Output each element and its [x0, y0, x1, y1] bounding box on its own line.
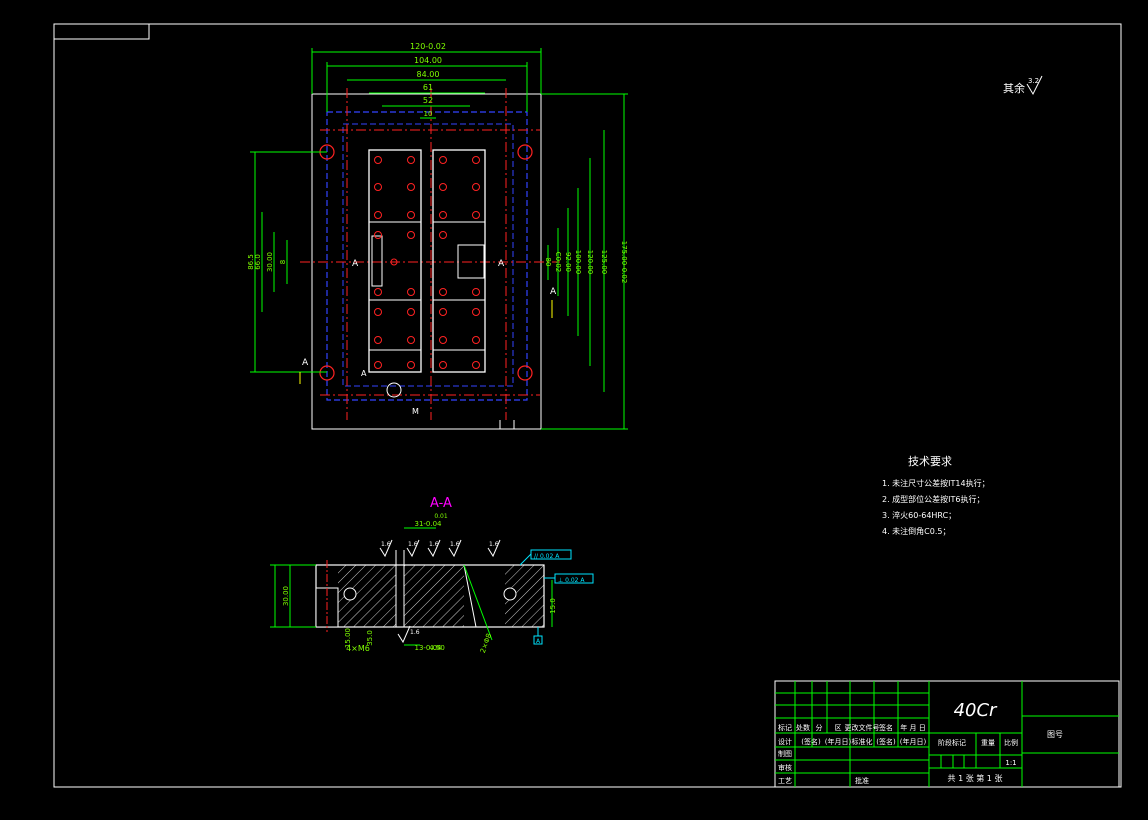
tb-drafting: 制图 — [778, 749, 792, 758]
dim-top-2: 104.00 — [414, 56, 442, 65]
roughness-val: 1.6 — [381, 541, 391, 548]
dim-left-2: 30.00 — [266, 252, 274, 272]
code-box — [54, 24, 150, 40]
drawing-no: 图号 — [1047, 730, 1063, 739]
tb-header: 年 月 日 — [900, 723, 925, 732]
dim-sec-pin: 2×Φ8 — [479, 632, 493, 654]
roughness-val: 1.6 — [489, 541, 499, 548]
title-block — [774, 680, 1120, 788]
tb-design: (签名) — [876, 737, 896, 746]
angle-line — [463, 564, 493, 641]
hidden-outline — [326, 111, 528, 401]
roughness-val: 1.6 — [450, 541, 460, 548]
roughness-value: 3.2 — [1028, 77, 1039, 85]
tech-title: 技术要求 — [908, 455, 952, 468]
section-mark: A — [361, 369, 367, 378]
tech-item: 4. 未注倒角C0.5； — [882, 526, 950, 536]
tb-header: 更改文件号 — [845, 723, 880, 732]
pin-hole — [503, 587, 517, 601]
section-view: A-A 31-0.04 0.01 13-0.04 30.00 15.00 4×M… — [270, 496, 594, 654]
bottom-mark: M — [412, 407, 419, 416]
tech-item: 2. 成型部位公差按IT6执行； — [882, 494, 985, 504]
tech-item: 3. 淬火60-64HRC； — [882, 510, 956, 520]
dim-top-3: 84.00 — [417, 70, 440, 79]
tb-header: 区 — [835, 724, 842, 732]
tb-design: 设计 — [778, 737, 792, 746]
section-mark: A — [352, 259, 359, 269]
tech-requirements: 技术要求 1. 未注尺寸公差按IT14执行； 2. 成型部位公差按IT6执行； … — [882, 455, 990, 536]
tb-header: 分 — [816, 723, 823, 732]
tech-item: 1. 未注尺寸公差按IT14执行； — [882, 478, 990, 488]
dim-left-4: 86.5 — [247, 254, 255, 270]
dim-sec-height: 30.00 — [282, 586, 290, 606]
hatch-center — [404, 565, 464, 627]
dim-right-5: 120.00 — [586, 250, 594, 275]
tb-process: 工艺 — [778, 777, 792, 785]
plan-view: 120-0.02 104.00 84.00 61 52 10 80 C0.02 … — [247, 42, 628, 430]
tb-label: 比例 — [1004, 738, 1018, 747]
dim-sec-top-tol: 0.01 — [434, 513, 448, 520]
cad-drawing: 120-0.02 104.00 84.00 61 52 10 80 C0.02 … — [53, 23, 1122, 788]
dim-right-4: 100.00 — [574, 250, 582, 275]
roughness-val: 1.6 — [429, 541, 439, 548]
roughness-val: 1.6 — [410, 629, 420, 636]
section-title: A-A — [430, 496, 452, 511]
tb-header: 标记 — [778, 723, 792, 732]
dim-top-5: 52 — [423, 96, 433, 105]
material: 40Cr — [954, 700, 998, 721]
tb-header: 签名 — [879, 723, 893, 732]
section-mark: A — [302, 358, 309, 368]
slope-line — [463, 564, 500, 628]
tb-sheets: 共 1 张 第 1 张 — [948, 773, 1003, 783]
roughness-note: 其余 3.2 — [1003, 75, 1043, 96]
dim-right-6: 125.00 — [600, 250, 608, 275]
dim-left-3: 66.0 — [254, 254, 262, 270]
drawing-border — [53, 23, 1122, 788]
tb-design: (签名) — [801, 737, 821, 746]
section-mark: A — [498, 259, 505, 269]
tb-label: 重量 — [981, 739, 995, 747]
gdt-frame-text: // 0.02 A — [534, 553, 560, 560]
tb-design: (年月日) — [825, 737, 852, 746]
pin-hole — [343, 587, 357, 601]
tb-review: 审核 — [778, 763, 792, 772]
tb-approve: 批准 — [855, 776, 869, 785]
tb-header: 处数 — [796, 723, 810, 732]
dim-left-1: 8 — [279, 260, 287, 264]
slot-left — [371, 235, 383, 287]
dim-top-1: 120-0.02 — [410, 42, 446, 51]
leader — [519, 553, 532, 566]
dim-sec-35: 35.0 — [366, 630, 374, 646]
section-mark: A — [550, 287, 557, 297]
tb-design: (年月日) — [900, 737, 927, 746]
dim-top-6: 10 — [424, 110, 433, 118]
dim-right-3: 92.00 — [564, 252, 572, 272]
dim-sec-right: 15.0 — [549, 598, 557, 614]
dim-right-2: C0.02 — [554, 252, 562, 272]
gdt-frame-text: ⊥ 0.02 A — [558, 577, 585, 584]
roughness-text: 其余 — [1003, 81, 1025, 95]
dim-sec-450: 4.50 — [429, 644, 445, 652]
dim-sec-top: 31-0.04 — [414, 520, 442, 528]
tb-design: 标准化 — [852, 737, 873, 746]
dim-right-7: 175.00-0.02 — [620, 241, 628, 284]
dim-top-4: 61 — [423, 83, 433, 92]
dim-right-1: 80 — [544, 258, 552, 267]
roughness-val: 1.6 — [408, 541, 418, 548]
tb-scale: 1:1 — [1005, 759, 1016, 767]
tb-label: 阶段标记 — [938, 738, 966, 747]
